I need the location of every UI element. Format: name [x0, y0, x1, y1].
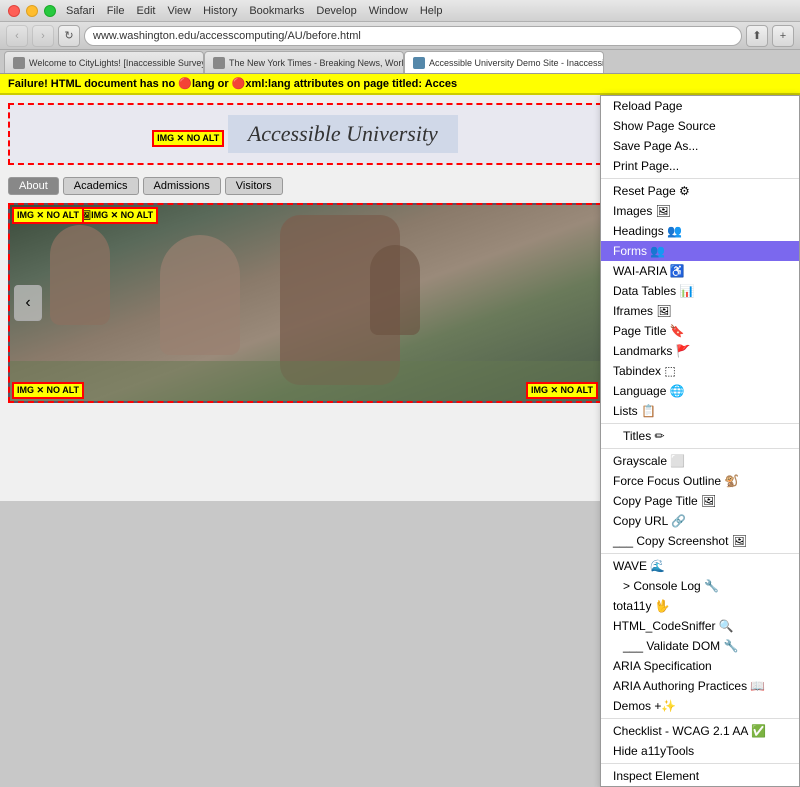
menu-item-33[interactable]: Demos +✨	[601, 696, 799, 716]
menu-item-20[interactable]: Grayscale ⬜	[601, 451, 799, 471]
menu-item-8[interactable]: Forms 👥	[601, 241, 799, 261]
menu-item-29[interactable]: HTML_CodeSniffer 🔍	[601, 616, 799, 636]
menu-separator-17	[601, 423, 799, 424]
menu-separator-34	[601, 718, 799, 719]
menu-help[interactable]: Help	[420, 5, 443, 17]
tab-favicon-0	[13, 57, 25, 69]
menu-bookmarks[interactable]: Bookmarks	[249, 5, 304, 17]
au-header: IMG ✕ NO ALT Accessible University	[8, 103, 602, 165]
img-content	[10, 205, 600, 401]
close-button[interactable]	[8, 5, 20, 17]
menu-view[interactable]: View	[167, 5, 191, 17]
carousel-prev-button[interactable]: ‹	[14, 285, 42, 321]
address-bar[interactable]: www.washington.edu/accesscomputing/AU/be…	[84, 26, 742, 46]
menu-item-31[interactable]: ARIA Specification	[601, 656, 799, 676]
menu-item-3[interactable]: Print Page...	[601, 156, 799, 176]
menu-separator-19	[601, 448, 799, 449]
nav-visitors[interactable]: Visitors	[225, 177, 283, 195]
au-logo: Accessible University	[228, 115, 458, 153]
menu-item-6[interactable]: Images 🖼	[601, 201, 799, 221]
menu-item-10[interactable]: Data Tables 📊	[601, 281, 799, 301]
img-error-badge-br: IMG ✕ NO ALT	[526, 382, 598, 399]
menu-item-16[interactable]: Lists 📋	[601, 401, 799, 421]
menu-item-30[interactable]: ___ Validate DOM 🔧	[601, 636, 799, 656]
menu-item-11[interactable]: Iframes 🖼	[601, 301, 799, 321]
tab-label-0: Welcome to CityLights! [Inaccessible Sur…	[29, 58, 204, 68]
au-logo-text: Accessible University	[248, 121, 438, 146]
navbar: ‹ › ↻ www.washington.edu/accesscomputing…	[0, 22, 800, 50]
tab-favicon-1	[213, 57, 225, 69]
menu-item-35[interactable]: Checklist - WCAG 2.1 AA ✅	[601, 721, 799, 741]
url-text: www.washington.edu/accesscomputing/AU/be…	[93, 30, 361, 42]
menu-item-0[interactable]: Reload Page	[601, 96, 799, 116]
menu-item-26[interactable]: WAVE 🌊	[601, 556, 799, 576]
back-button[interactable]: ‹	[6, 25, 28, 47]
img-error-badge-header: IMG ✕ NO ALT	[152, 130, 224, 147]
tabbar: Welcome to CityLights! [Inaccessible Sur…	[0, 50, 800, 74]
au-image-area: 🔗LINK 🖼IMG ✕ NO ALT IMG ✕ NO ALT IMG ✕ N…	[8, 203, 602, 403]
menu-develop[interactable]: Develop	[316, 5, 356, 17]
menu-item-5[interactable]: Reset Page ⚙	[601, 181, 799, 201]
window-controls[interactable]	[8, 5, 56, 17]
error-text: Failure! HTML document has no 🔴lang or 🔴…	[8, 78, 457, 90]
nav-admissions[interactable]: Admissions	[143, 177, 221, 195]
menu-safari[interactable]: Safari	[66, 5, 95, 17]
nav-about[interactable]: About	[8, 177, 59, 195]
main-content: IMG ✕ NO ALT Accessible University About…	[0, 95, 800, 501]
menu-item-24[interactable]: ___ Copy Screenshot 🖼	[601, 531, 799, 551]
bookmark-button[interactable]: +	[772, 25, 794, 47]
au-nav: About Academics Admissions Visitors	[0, 173, 610, 199]
share-button[interactable]: ⬆	[746, 25, 768, 47]
tab-0[interactable]: Welcome to CityLights! [Inaccessible Sur…	[4, 51, 204, 73]
menu-item-22[interactable]: Copy Page Title 🖼	[601, 491, 799, 511]
menu-item-15[interactable]: Language 🌐	[601, 381, 799, 401]
menu-separator-4	[601, 178, 799, 179]
menu-item-32[interactable]: ARIA Authoring Practices 📖	[601, 676, 799, 696]
menu-item-23[interactable]: Copy URL 🔗	[601, 511, 799, 531]
webpage: IMG ✕ NO ALT Accessible University About…	[0, 95, 610, 501]
minimize-button[interactable]	[26, 5, 38, 17]
menu-separator-37	[601, 763, 799, 764]
dropdown-menu: Reload PageShow Page SourceSave Page As.…	[600, 95, 800, 787]
menu-item-13[interactable]: Landmarks 🚩	[601, 341, 799, 361]
menu-separator-25	[601, 553, 799, 554]
menu-item-1[interactable]: Show Page Source	[601, 116, 799, 136]
forward-button[interactable]: ›	[32, 25, 54, 47]
menu-item-27[interactable]: > Console Log 🔧	[601, 576, 799, 596]
menu-item-12[interactable]: Page Title 🔖	[601, 321, 799, 341]
tab-favicon-2	[413, 57, 425, 69]
titlebar: Safari File Edit View History Bookmarks …	[0, 0, 800, 22]
menu-item-14[interactable]: Tabindex ⬚	[601, 361, 799, 381]
img-error-badge-bl: IMG ✕ NO ALT	[12, 382, 84, 399]
tab-label-2: Accessible University Demo Site - Inacce…	[429, 58, 604, 68]
menu-item-38[interactable]: Inspect Element	[601, 766, 799, 786]
menu-history[interactable]: History	[203, 5, 237, 17]
tab-1[interactable]: The New York Times - Breaking News, Worl…	[204, 51, 404, 73]
menu-item-9[interactable]: WAI-ARIA ♿	[601, 261, 799, 281]
tab-2[interactable]: Accessible University Demo Site - Inacce…	[404, 51, 604, 73]
tab-label-1: The New York Times - Breaking News, Worl…	[229, 58, 404, 68]
menu-edit[interactable]: Edit	[136, 5, 155, 17]
menu-item-28[interactable]: tota11y 🖖	[601, 596, 799, 616]
menu-file[interactable]: File	[107, 5, 125, 17]
reload-button[interactable]: ↻	[58, 25, 80, 47]
menu-item-18[interactable]: Titles ✏	[601, 426, 799, 446]
menu-item-7[interactable]: Headings 👥	[601, 221, 799, 241]
menu-item-2[interactable]: Save Page As...	[601, 136, 799, 156]
maximize-button[interactable]	[44, 5, 56, 17]
menu-item-21[interactable]: Force Focus Outline 🐒	[601, 471, 799, 491]
img-error-badge-tl: IMG ✕ NO ALT	[12, 207, 84, 224]
menu-window[interactable]: Window	[369, 5, 408, 17]
error-bar: Failure! HTML document has no 🔴lang or 🔴…	[0, 74, 800, 95]
nav-academics[interactable]: Academics	[63, 177, 139, 195]
menu-item-36[interactable]: Hide a11yTools	[601, 741, 799, 761]
